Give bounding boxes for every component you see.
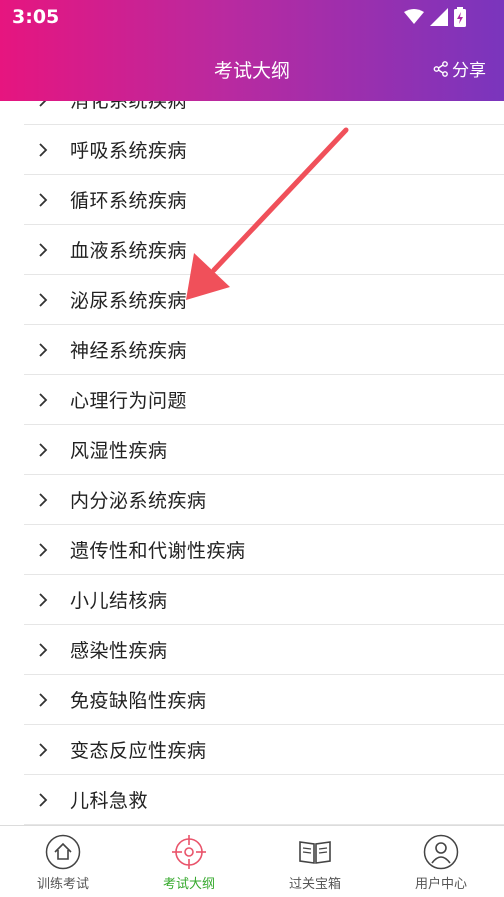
chevron-right-icon <box>24 692 66 708</box>
bottom-tab-bar: 训练考试 考试大纲 过关宝箱 用户中心 <box>0 825 504 897</box>
chevron-right-icon <box>24 542 66 558</box>
list-item-label: 变态反应性疾病 <box>70 740 207 762</box>
list-item-label: 心理行为问题 <box>70 390 188 412</box>
chevron-right-icon <box>24 642 66 658</box>
list-item[interactable]: 泌尿系统疾病 <box>24 275 504 325</box>
user-icon <box>423 834 459 870</box>
chevron-right-icon <box>24 101 66 108</box>
tab-label: 考试大纲 <box>162 877 215 892</box>
outline-list[interactable]: 消化系统疾病呼吸系统疾病 循环系统疾病 血液系统疾病 泌尿系统疾病 神经系统疾病 心理行为… <box>0 101 504 825</box>
signal-icon <box>430 8 448 26</box>
status-bar: 3:05 <box>0 0 504 34</box>
list-item-label: 风湿性疾病 <box>70 440 168 462</box>
tab-label: 训练考试 <box>36 877 89 892</box>
list-item[interactable]: 内分泌系统疾病 <box>24 475 504 525</box>
share-label: 分享 <box>452 61 486 81</box>
list-item-label: 消化系统疾病 <box>70 101 188 112</box>
title-bar: 考试大纲 分享 <box>0 44 504 90</box>
list-item-label: 免疫缺陷性疾病 <box>70 690 207 712</box>
status-time: 3:05 <box>12 6 60 28</box>
list-item-label: 内分泌系统疾病 <box>70 490 207 512</box>
tab-pass-treasure[interactable]: 过关宝箱 <box>252 826 378 897</box>
list-item[interactable]: 神经系统疾病 <box>24 325 504 375</box>
list-item[interactable]: 免疫缺陷性疾病 <box>24 675 504 725</box>
list-item-label: 遗传性和代谢性疾病 <box>70 540 246 562</box>
chevron-right-icon <box>24 792 66 808</box>
home-icon <box>45 834 81 870</box>
list-item-label: 泌尿系统疾病 <box>70 290 188 312</box>
page-title: 考试大纲 <box>213 60 290 82</box>
chevron-right-icon <box>24 142 66 158</box>
list-item-label: 小儿结核病 <box>70 590 168 612</box>
list-item[interactable]: 风湿性疾病 <box>24 425 504 475</box>
chevron-right-icon <box>24 492 66 508</box>
list-item-label: 儿科急救 <box>70 790 149 812</box>
list-item[interactable]: 消化系统疾病 <box>24 101 504 125</box>
share-button[interactable]: 分享 <box>433 56 486 81</box>
list-item[interactable]: 循环系统疾病 <box>24 175 504 225</box>
list-item-label: 呼吸系统疾病 <box>70 140 188 162</box>
tab-label: 用户中心 <box>414 877 467 892</box>
list-item[interactable]: 变态反应性疾病 <box>24 725 504 775</box>
battery-icon <box>454 7 466 27</box>
chevron-right-icon <box>24 192 66 208</box>
chevron-right-icon <box>24 392 66 408</box>
list-item[interactable]: 小儿结核病 <box>24 575 504 625</box>
list-item-label: 循环系统疾病 <box>70 190 188 212</box>
chevron-right-icon <box>24 592 66 608</box>
tab-training-exam[interactable]: 训练考试 <box>0 826 126 897</box>
list-item-label: 血液系统疾病 <box>70 240 188 262</box>
list-item[interactable]: 儿科急救 <box>24 775 504 825</box>
list-item-label: 感染性疾病 <box>70 640 168 662</box>
tab-label: 过关宝箱 <box>288 877 341 892</box>
list-item[interactable]: 呼吸系统疾病 <box>24 125 504 175</box>
chevron-right-icon <box>24 442 66 458</box>
list-item[interactable]: 心理行为问题 <box>24 375 504 425</box>
app-header: 3:05 考试大纲 分享 <box>0 0 504 101</box>
chevron-right-icon <box>24 742 66 758</box>
chevron-right-icon <box>24 292 66 308</box>
outline-list-inner: 消化系统疾病呼吸系统疾病 循环系统疾病 血液系统疾病 泌尿系统疾病 神经系统疾病 心理行为… <box>0 101 504 825</box>
chevron-right-icon <box>24 342 66 358</box>
status-icons <box>404 7 466 27</box>
list-item[interactable]: 感染性疾病 <box>24 625 504 675</box>
list-item[interactable]: 血液系统疾病 <box>24 225 504 275</box>
list-item-label: 神经系统疾病 <box>70 340 188 362</box>
target-icon <box>172 835 206 869</box>
share-icon <box>433 60 448 77</box>
tab-exam-outline[interactable]: 考试大纲 <box>126 826 252 897</box>
tab-user-center[interactable]: 用户中心 <box>378 826 504 897</box>
chevron-right-icon <box>24 242 66 258</box>
wifi-icon <box>404 9 424 24</box>
book-icon <box>299 841 331 864</box>
list-item[interactable]: 遗传性和代谢性疾病 <box>24 525 504 575</box>
